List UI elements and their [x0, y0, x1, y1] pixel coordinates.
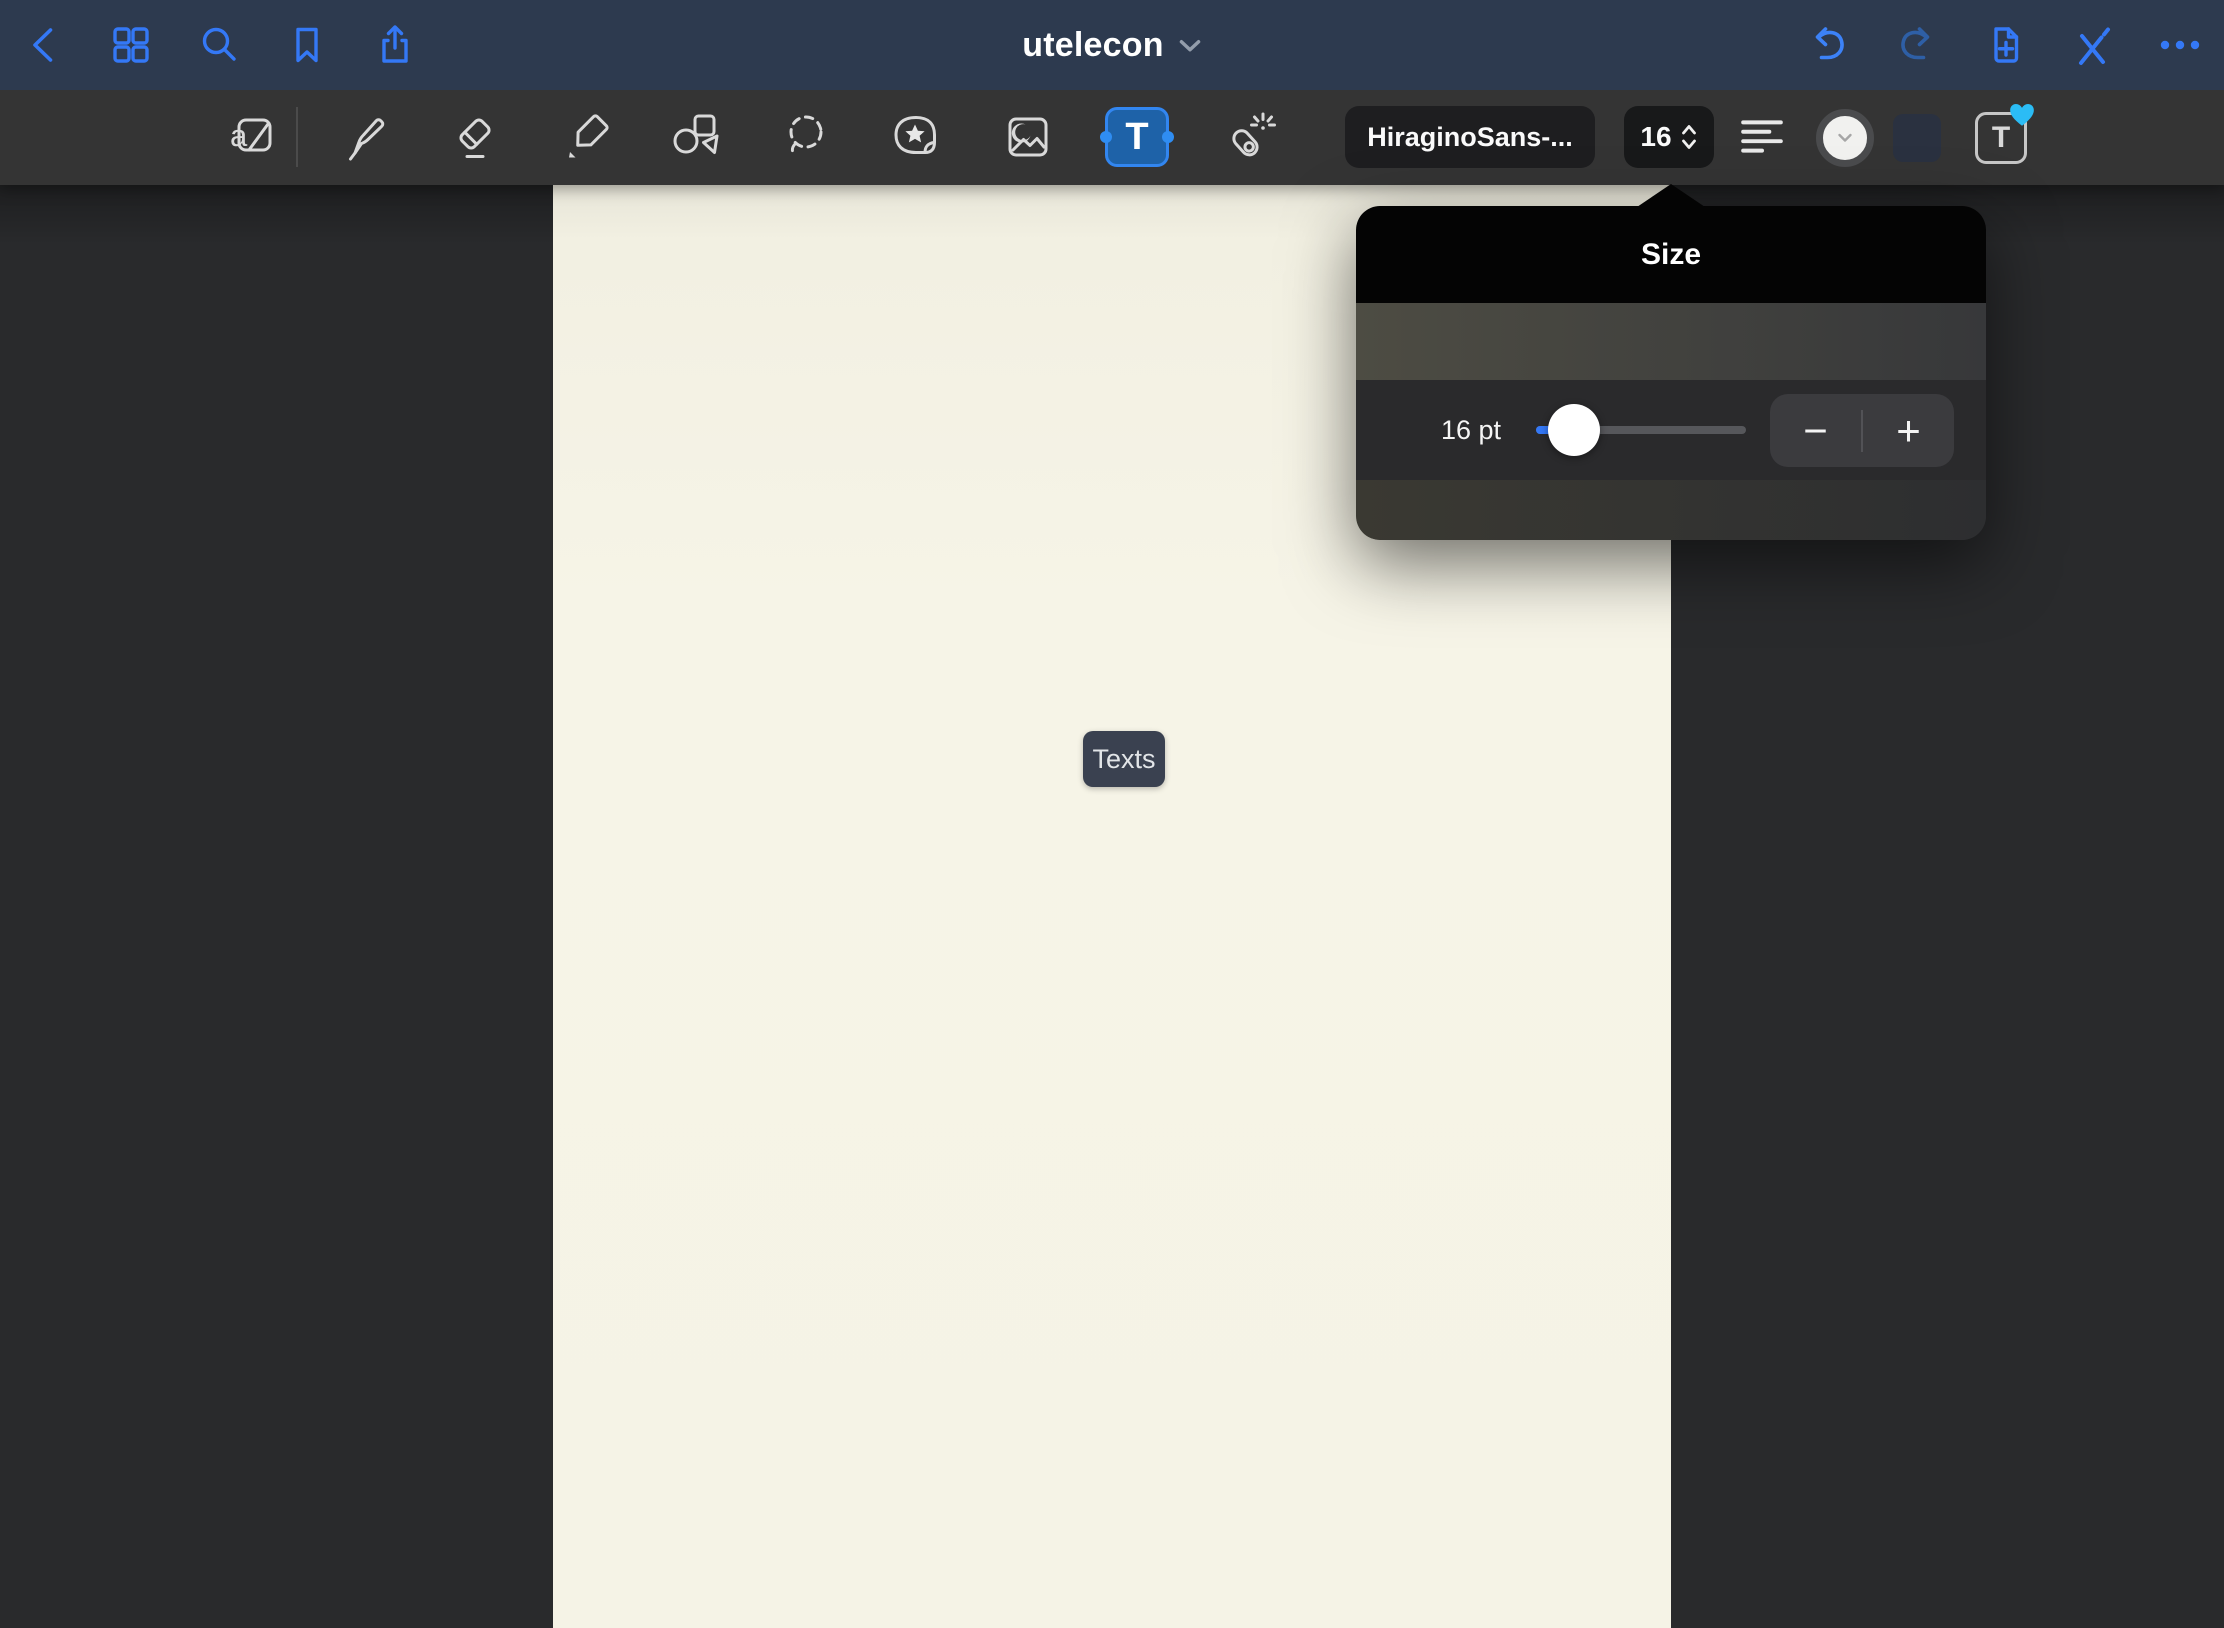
tool-pen[interactable]	[333, 105, 397, 169]
text-background-swatch[interactable]	[1893, 114, 1941, 162]
image-icon	[1000, 109, 1056, 165]
favorite-text-style-button[interactable]: T	[1975, 112, 2027, 164]
size-stepper: − +	[1770, 394, 1954, 467]
tool-eraser[interactable]	[443, 105, 507, 169]
popover-title: Size	[1641, 238, 1701, 272]
highlighter-icon	[559, 109, 615, 165]
text-object[interactable]: Texts	[1083, 731, 1165, 787]
tool-lasso[interactable]	[775, 105, 839, 169]
chevron-down-icon	[1837, 133, 1853, 143]
redo-button[interactable]	[1893, 21, 1941, 69]
selection-handle-right	[1162, 131, 1174, 143]
size-decrease-button[interactable]: −	[1770, 394, 1861, 467]
more-button[interactable]	[2156, 21, 2204, 69]
selection-handle-left	[1100, 131, 1112, 143]
size-popover: Size 16 pt − +	[1356, 206, 1986, 540]
undo-icon	[1804, 21, 1852, 69]
align-left-icon	[1739, 116, 1785, 158]
tools-toolbar: a	[0, 90, 2224, 185]
size-slider-row: 16 pt − +	[1356, 380, 1986, 480]
font-size-value: 16	[1640, 121, 1671, 153]
top-navigation-bar: utelecon	[0, 0, 2224, 90]
tool-laser-pointer[interactable]	[1216, 105, 1280, 169]
tool-elements[interactable]	[883, 105, 947, 169]
document-title-menu[interactable]: utelecon	[0, 0, 2224, 90]
undo-button[interactable]	[1804, 21, 1852, 69]
tool-page-mode[interactable]: a	[220, 105, 284, 169]
tool-highlighter[interactable]	[555, 105, 619, 169]
svg-text:a: a	[230, 118, 248, 153]
pen-mode-icon	[2068, 21, 2116, 69]
text-color-button[interactable]	[1816, 109, 1874, 167]
size-slider-thumb[interactable]	[1548, 404, 1600, 456]
text-align-button[interactable]	[1732, 107, 1792, 167]
pen-icon	[337, 109, 393, 165]
popover-band-bottom	[1356, 480, 1986, 540]
app-window: utelecon	[0, 0, 2224, 1628]
shapes-icon	[667, 109, 723, 165]
stepper-chevrons-icon	[1680, 122, 1698, 152]
font-family-button[interactable]: HiraginoSans-...	[1345, 106, 1595, 168]
toolbar-separator	[296, 107, 298, 167]
pen-mode-toggle-button[interactable]	[2068, 21, 2116, 69]
chevron-down-icon	[1178, 38, 1202, 53]
size-increase-button[interactable]: +	[1863, 394, 1954, 467]
redo-icon	[1893, 21, 1941, 69]
lasso-icon	[779, 109, 835, 165]
popover-header: Size	[1356, 206, 1986, 303]
font-size-button[interactable]: 16	[1624, 106, 1714, 168]
popover-band-top	[1356, 303, 1986, 380]
heart-badge-icon	[2008, 102, 2036, 128]
eraser-icon	[447, 109, 503, 165]
more-icon	[2156, 21, 2204, 69]
laser-pointer-icon	[1220, 109, 1276, 165]
tool-image[interactable]	[996, 105, 1060, 169]
add-page-button[interactable]	[1981, 21, 2029, 69]
page-title: utelecon	[1022, 26, 1163, 65]
tool-text-selected[interactable]: T	[1105, 107, 1169, 167]
tool-shapes[interactable]	[663, 105, 727, 169]
elements-sticker-icon	[887, 109, 943, 165]
page-mode-icon: a	[224, 109, 280, 165]
text-tool-icon: T	[1125, 118, 1148, 156]
size-value-label: 16 pt	[1416, 380, 1526, 480]
add-page-icon	[1981, 21, 2029, 69]
